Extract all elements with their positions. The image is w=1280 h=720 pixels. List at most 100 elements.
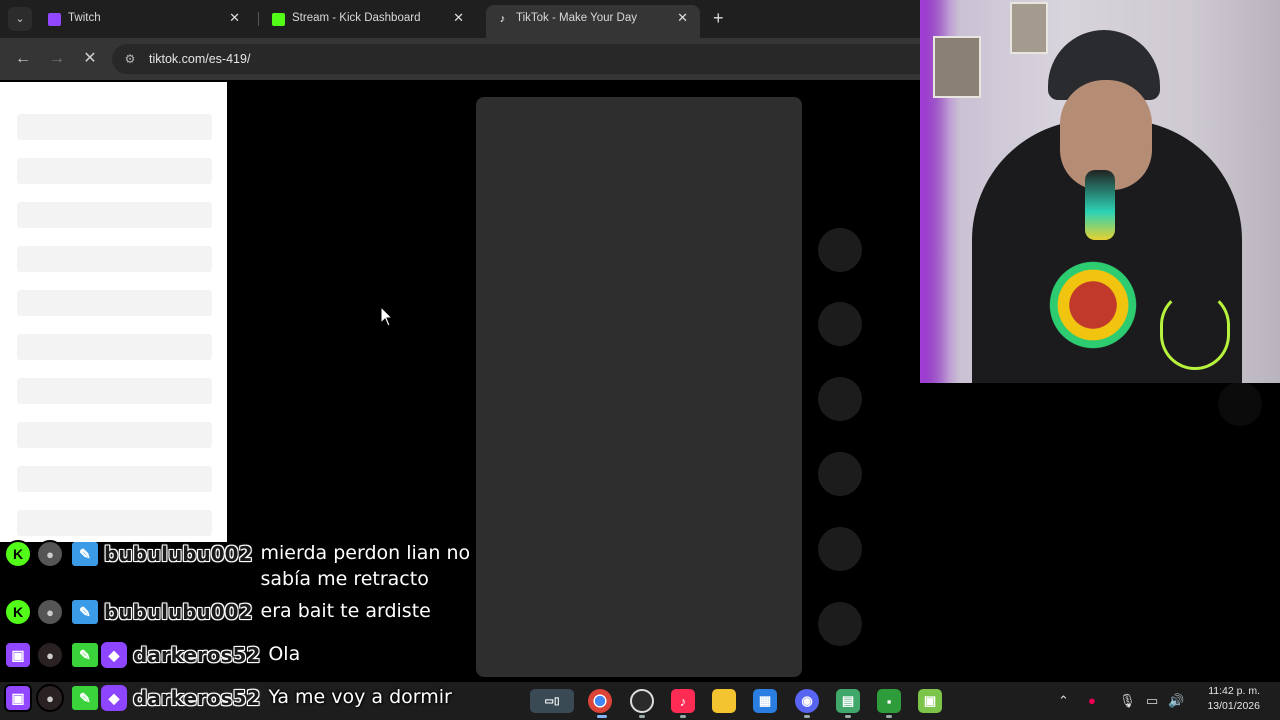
twitch-icon: ▣ — [4, 684, 32, 712]
tab-separator — [258, 12, 259, 26]
webcam-overlay — [920, 0, 1280, 383]
twitch-icon — [48, 13, 61, 26]
moderator-badge-icon: ✎ — [72, 686, 98, 710]
chrome-icon[interactable] — [588, 689, 612, 713]
skeleton-item — [17, 114, 212, 140]
url-text: tiktok.com/es-419/ — [149, 52, 251, 66]
active-indicator — [597, 715, 607, 718]
chat-text: Ya me voy a dormir — [268, 686, 452, 708]
active-indicator — [680, 715, 686, 718]
security-icon[interactable]: ● — [1088, 693, 1096, 708]
skeleton-item — [17, 290, 212, 316]
chat-message: ▣ ● ✎ ◆ darkeros52 Ya me voy a dormir — [0, 684, 452, 712]
tiktok-icon: ♪ — [496, 13, 509, 26]
browser-toolbar: ← → ✕ ⚙ tiktok.com/es-419/ — [0, 38, 920, 80]
new-tab-button[interactable]: + — [713, 8, 724, 28]
minecraft-icon[interactable]: ▪ — [877, 689, 901, 713]
system-clock[interactable]: 11:42 p. m. 13/01/2026 — [1198, 684, 1260, 714]
moderator-badge-icon: ✎ — [72, 542, 98, 566]
microphone — [1085, 170, 1115, 240]
chat-username: darkeros52 — [133, 643, 261, 667]
app-icon[interactable]: ▤ — [836, 689, 860, 713]
skeleton-item — [17, 378, 212, 404]
chat-username: darkeros52 — [133, 686, 261, 710]
nav-button-placeholder[interactable] — [1218, 382, 1262, 426]
save-button-placeholder[interactable] — [818, 377, 862, 421]
skeleton-item — [17, 334, 212, 360]
close-icon[interactable]: ✕ — [453, 10, 464, 26]
avatar: ● — [36, 540, 64, 568]
kick-icon: K — [4, 598, 32, 626]
cable — [1160, 290, 1230, 370]
close-icon[interactable]: ✕ — [677, 10, 688, 26]
tab-title: TikTok - Make Your Day — [516, 12, 638, 24]
skeleton-item — [17, 202, 212, 228]
comment-button-placeholder[interactable] — [818, 302, 862, 346]
chat-text: sabía me retracto — [260, 568, 429, 590]
obs-icon[interactable] — [630, 689, 654, 713]
clock-time: 11:42 p. m. — [1208, 685, 1260, 697]
address-bar[interactable]: ⚙ tiktok.com/es-419/ — [112, 44, 920, 74]
skeleton-item — [17, 422, 212, 448]
chat-message: K ● ✎ bubulubu002 mierda perdon lian no … — [0, 540, 470, 592]
tab-twitch[interactable]: Twitch ✕ — [38, 5, 252, 33]
skeleton-item — [17, 510, 212, 536]
twitch-icon: ▣ — [4, 641, 32, 669]
active-indicator — [886, 715, 892, 718]
volume-icon[interactable]: 🔊 — [1168, 693, 1184, 709]
action-button-placeholder[interactable] — [818, 527, 862, 571]
moderator-badge-icon: ✎ — [72, 600, 98, 624]
share-button-placeholder[interactable] — [818, 452, 862, 496]
mouse-cursor-icon — [380, 306, 394, 327]
tab-search-button[interactable]: ⌄ — [8, 7, 32, 31]
back-button[interactable]: ← — [12, 48, 34, 70]
avatar: ● — [36, 684, 64, 712]
chat-username: bubulubu002 — [104, 542, 253, 566]
tiktok-sidebar-skeleton — [0, 82, 227, 542]
wall-poster — [933, 36, 981, 98]
network-icon[interactable]: ▭ — [1146, 693, 1158, 709]
close-icon[interactable]: ✕ — [229, 10, 240, 26]
store-icon[interactable]: ▦ — [753, 689, 777, 713]
subscriber-badge-icon: ◆ — [101, 642, 127, 668]
shirt-graphic — [1038, 250, 1148, 360]
chat-message-body: mierda perdon lian no sabía me retracto — [253, 540, 471, 592]
kick-icon — [272, 13, 285, 26]
tiktok-icon[interactable]: ♪ — [671, 689, 695, 713]
skeleton-item — [17, 158, 212, 184]
folder-icon[interactable]: ▭▯ — [530, 689, 574, 713]
wall-poster — [1010, 2, 1048, 54]
forward-button[interactable]: → — [46, 48, 68, 70]
tab-tiktok[interactable]: ♪ TikTok - Make Your Day ✕ — [486, 5, 700, 38]
clock-date: 13/01/2026 — [1207, 700, 1260, 712]
chat-text: mierda perdon lian no — [260, 542, 471, 564]
chat-text: era bait te ardiste — [260, 600, 431, 622]
subscriber-badge-icon: ◆ — [101, 685, 127, 711]
discord-icon[interactable]: ◉ — [795, 689, 819, 713]
tab-title: Stream - Kick Dashboard — [292, 12, 421, 24]
minecraft-grass-icon[interactable]: ▣ — [918, 689, 942, 713]
kick-icon: K — [4, 540, 32, 568]
video-placeholder[interactable] — [476, 97, 802, 677]
microphone-icon[interactable]: 🎙 — [1119, 693, 1136, 709]
active-indicator — [804, 715, 810, 718]
action-button-placeholder[interactable] — [818, 602, 862, 646]
stop-loading-button[interactable]: ✕ — [79, 48, 101, 70]
chat-text: Ola — [268, 643, 301, 665]
files-icon[interactable] — [712, 689, 736, 713]
chat-message: K ● ✎ bubulubu002 era bait te ardiste — [0, 598, 431, 626]
site-settings-icon[interactable]: ⚙ — [122, 51, 138, 67]
screen: ⌄ Twitch ✕ Stream - Kick Dashboard ✕ ♪ T… — [0, 0, 1280, 720]
tab-kick-dashboard[interactable]: Stream - Kick Dashboard ✕ — [262, 5, 476, 33]
chat-message: ▣ ● ✎ ◆ darkeros52 Ola — [0, 641, 300, 669]
chat-username: bubulubu002 — [104, 600, 253, 624]
active-indicator — [639, 715, 645, 718]
active-indicator — [845, 715, 851, 718]
tab-title: Twitch — [68, 12, 101, 24]
skeleton-item — [17, 466, 212, 492]
avatar: ● — [36, 641, 64, 669]
like-button-placeholder[interactable] — [818, 228, 862, 272]
skeleton-item — [17, 246, 212, 272]
chevron-up-icon[interactable]: ⌃ — [1058, 693, 1069, 709]
avatar: ● — [36, 598, 64, 626]
